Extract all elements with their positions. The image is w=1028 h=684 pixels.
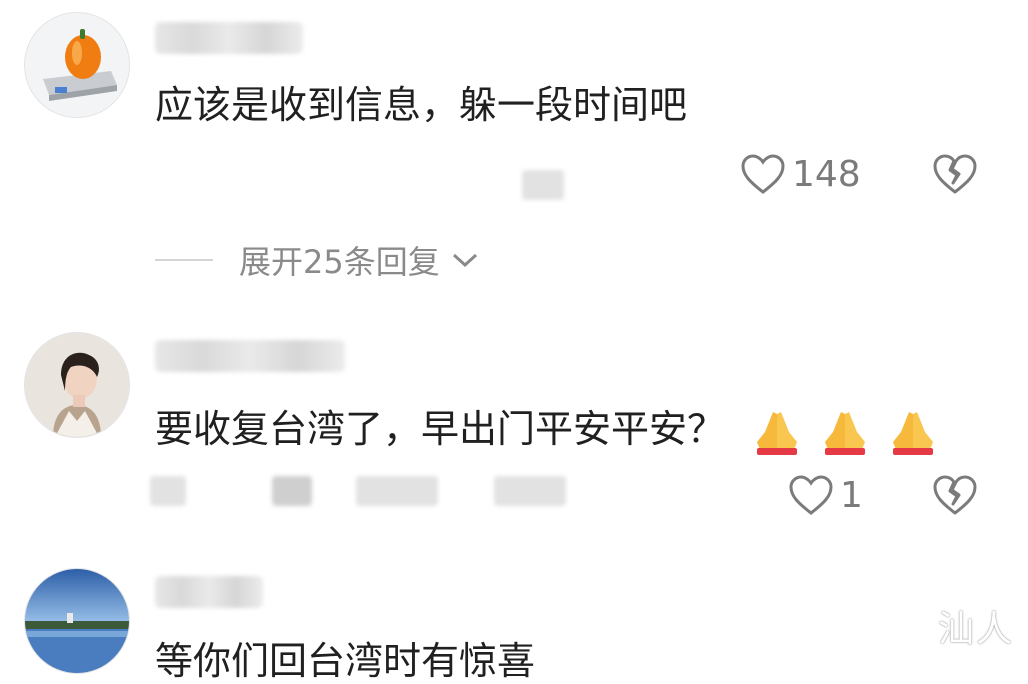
chevron-down-icon [452, 253, 477, 268]
comment-text: 应该是收到信息，躲一段时间吧 [155, 83, 688, 127]
like-button[interactable]: 1 [788, 474, 863, 516]
woman-portrait-icon [25, 333, 129, 437]
like-count: 148 [792, 153, 861, 195]
broken-heart-icon [933, 154, 977, 194]
dislike-button[interactable] [932, 153, 978, 195]
comment-text-content: 要收复台湾了，早出门平安平安？ [155, 407, 726, 451]
username-blurred [155, 340, 345, 372]
dislike-button[interactable] [932, 474, 978, 516]
avatar[interactable] [24, 332, 130, 438]
expand-replies-button[interactable]: 展开25条回复 [155, 237, 480, 283]
avatar[interactable] [24, 568, 130, 674]
comment-text: 等你们回台湾时有惊喜 [155, 639, 536, 683]
meta-blurred [150, 476, 186, 506]
heart-icon [789, 475, 833, 515]
avatar[interactable] [24, 12, 130, 118]
watermark: 汕人 [937, 609, 1014, 650]
folded-hands-icon [825, 411, 866, 455]
meta-blurred [522, 170, 564, 200]
meta-blurred [356, 476, 438, 506]
like-count: 1 [840, 474, 863, 516]
folded-hands-icon [893, 411, 934, 455]
comment-text: 要收复台湾了，早出门平安平安？ [155, 406, 939, 456]
heart-icon [741, 154, 785, 194]
like-button[interactable]: 148 [740, 153, 861, 195]
meta-blurred [272, 476, 312, 506]
username-blurred [155, 22, 303, 54]
lake-landscape-icon [25, 569, 129, 673]
username-blurred [155, 576, 263, 608]
folded-hands-icon [757, 411, 798, 455]
broken-heart-icon [933, 475, 977, 515]
meta-blurred [494, 476, 566, 506]
expand-replies-label: 展开25条回复 [239, 243, 440, 281]
pepper-on-scale-icon [25, 13, 129, 117]
divider-line [155, 259, 213, 261]
emoji-group [747, 407, 939, 455]
